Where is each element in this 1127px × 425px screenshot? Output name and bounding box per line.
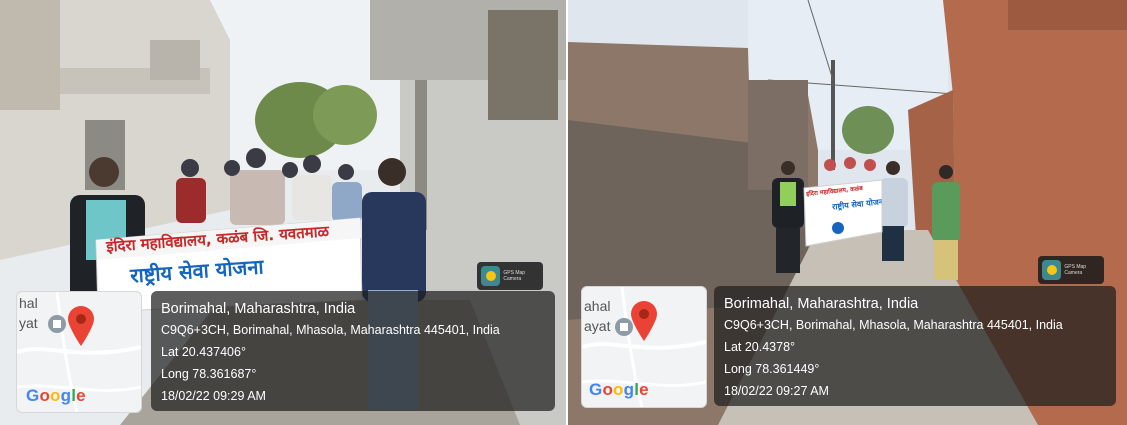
map-thumbnail: ahal ayat Google	[581, 286, 707, 408]
longitude-text: Long 78.361449°	[724, 362, 820, 376]
location-title: Borimahal, Maharashtra, India	[724, 296, 919, 312]
latitude-text: Lat 20.437406°	[161, 345, 246, 359]
address-text: C9Q6+3CH, Borimahal, Mhasola, Maharashtr…	[724, 318, 1063, 332]
camera-app-icon	[1042, 260, 1062, 280]
datetime-text: 18/02/22 09:29 AM	[161, 389, 266, 403]
datetime-text: 18/02/22 09:27 AM	[724, 384, 829, 398]
map-place-label-2: yat	[19, 315, 38, 331]
map-place-label-1: hal	[19, 295, 38, 311]
longitude-text: Long 78.361687°	[161, 367, 257, 381]
gps-camera-badge: GPS Map Camera	[1038, 256, 1104, 284]
google-logo: Google	[26, 386, 86, 405]
camera-app-icon	[481, 266, 501, 286]
gps-info-card: Borimahal, Maharashtra, India C9Q6+3CH, …	[151, 291, 555, 411]
map-place-label-2: ayat	[584, 318, 611, 334]
google-logo: Google	[589, 380, 649, 399]
map-pin-icon	[631, 301, 657, 341]
latitude-text: Lat 20.4378°	[724, 340, 796, 354]
rally-photo-right: इंदिरा महाविद्यालय, कळंब राष्ट्रीय सेवा …	[568, 0, 1127, 425]
camera-badge-label: GPS Map Camera	[1064, 264, 1087, 276]
map-pin-icon	[68, 306, 94, 346]
map-thumbnail: hal yat Google	[16, 291, 142, 413]
gps-camera-badge: GPS Map Camera	[477, 262, 543, 290]
gps-info-card: Borimahal, Maharashtra, India C9Q6+3CH, …	[714, 286, 1116, 406]
rally-photo-left: इंदिरा महाविद्यालय, कळंब जि. यवतमाळ राष्…	[0, 0, 566, 425]
camera-badge-label: GPS Map Camera	[503, 270, 526, 282]
address-text: C9Q6+3CH, Borimahal, Mhasola, Maharashtr…	[161, 323, 500, 337]
map-place-label-1: ahal	[584, 298, 611, 314]
location-title: Borimahal, Maharashtra, India	[161, 301, 356, 317]
